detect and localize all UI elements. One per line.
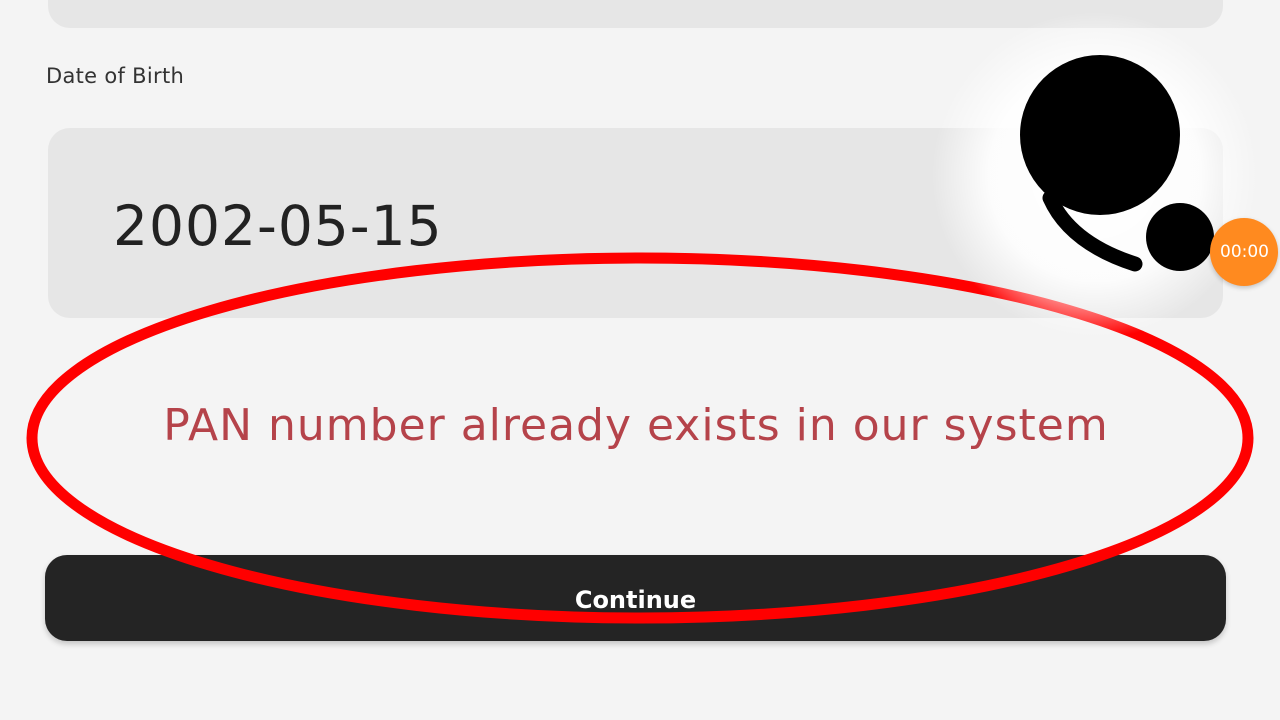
continue-button[interactable]: Continue — [45, 555, 1226, 641]
screen: Date of Birth 2002-05-15 PAN number alre… — [0, 0, 1280, 720]
dob-value: 2002-05-15 — [113, 194, 443, 258]
channel-logo-icon — [1020, 55, 1214, 272]
dob-label: Date of Birth — [46, 64, 185, 88]
timer-badge: 00:00 — [1210, 218, 1278, 286]
error-message: PAN number already exists in our system — [163, 400, 1109, 451]
